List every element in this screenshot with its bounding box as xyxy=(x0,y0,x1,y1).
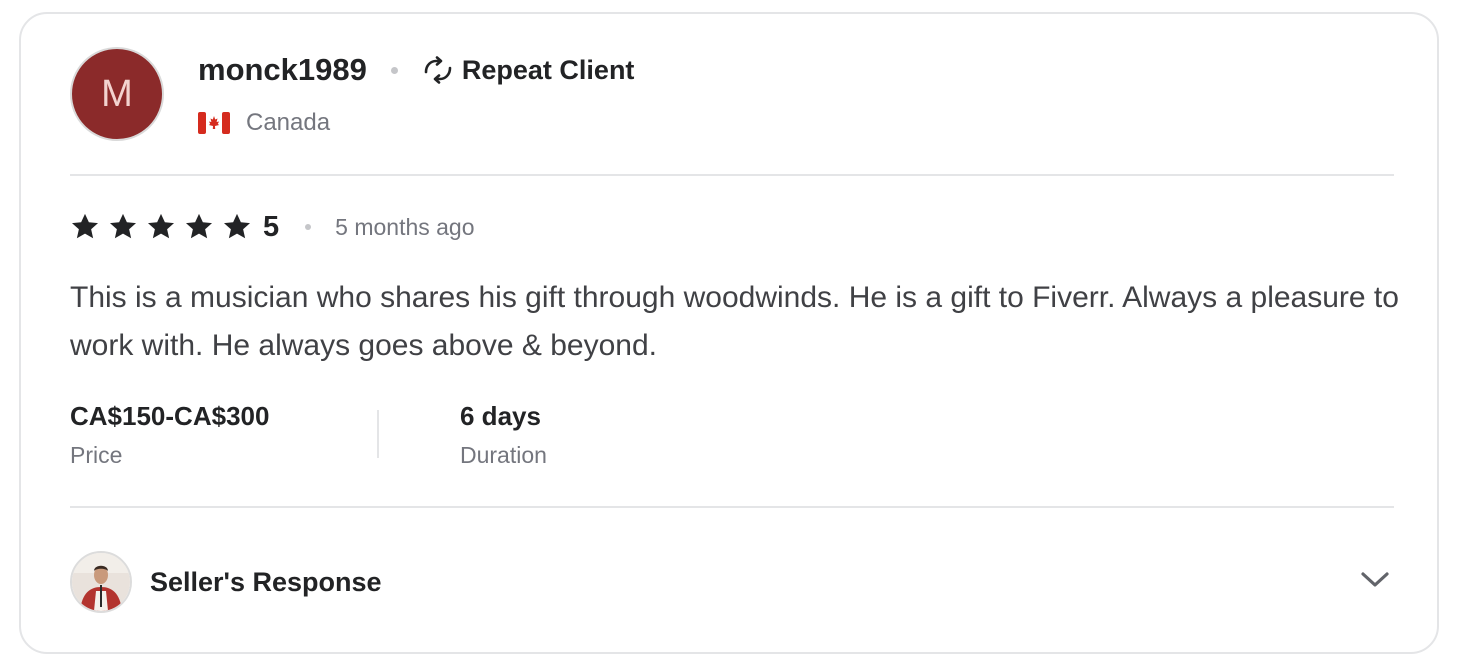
star-rating xyxy=(70,212,260,242)
star-icon xyxy=(186,213,212,239)
meta-divider xyxy=(377,410,379,458)
reviewer-username[interactable]: monck1989 xyxy=(198,52,367,88)
rating-value: 5 xyxy=(263,210,280,243)
review-card: M monck1989 Repeat Client Canada 5 5 mon… xyxy=(19,12,1439,654)
duration-label: Duration xyxy=(460,442,547,468)
seller-response-toggle[interactable]: Seller's Response xyxy=(70,550,1394,614)
star-icon xyxy=(72,213,98,239)
star-icon xyxy=(224,213,250,239)
repeat-icon xyxy=(424,56,452,84)
duration-block: 6 days Duration xyxy=(460,398,547,472)
seller-response-label: Seller's Response xyxy=(150,566,382,597)
star-icon xyxy=(148,213,174,239)
reviewer-header: monck1989 Repeat Client xyxy=(198,52,634,88)
rating-row: 5 5 months ago xyxy=(70,210,475,244)
repeat-client-badge: Repeat Client xyxy=(461,54,635,85)
price-block: CA$150-CA$300 Price xyxy=(70,398,269,472)
separator-dot xyxy=(390,66,398,74)
reviewer-location: Canada xyxy=(198,108,330,138)
seller-avatar xyxy=(70,551,132,613)
separator-dot xyxy=(305,224,312,230)
avatar-initial: M xyxy=(101,72,133,115)
duration-value: 6 days xyxy=(460,401,541,431)
reviewer-avatar[interactable]: M xyxy=(70,47,164,141)
seller-avatar-image xyxy=(72,553,130,611)
header-divider xyxy=(70,174,1394,176)
price-value: CA$150-CA$300 xyxy=(70,401,270,431)
review-date: 5 months ago xyxy=(335,213,475,240)
price-label: Price xyxy=(70,442,123,468)
chevron-down-icon[interactable] xyxy=(1360,570,1390,590)
reviewer-country: Canada xyxy=(246,109,331,136)
star-icon xyxy=(110,213,136,239)
review-text: This is a musician who shares his gift t… xyxy=(70,281,1399,362)
canada-flag-icon xyxy=(198,112,230,134)
meta-bottom-divider xyxy=(70,506,1394,508)
